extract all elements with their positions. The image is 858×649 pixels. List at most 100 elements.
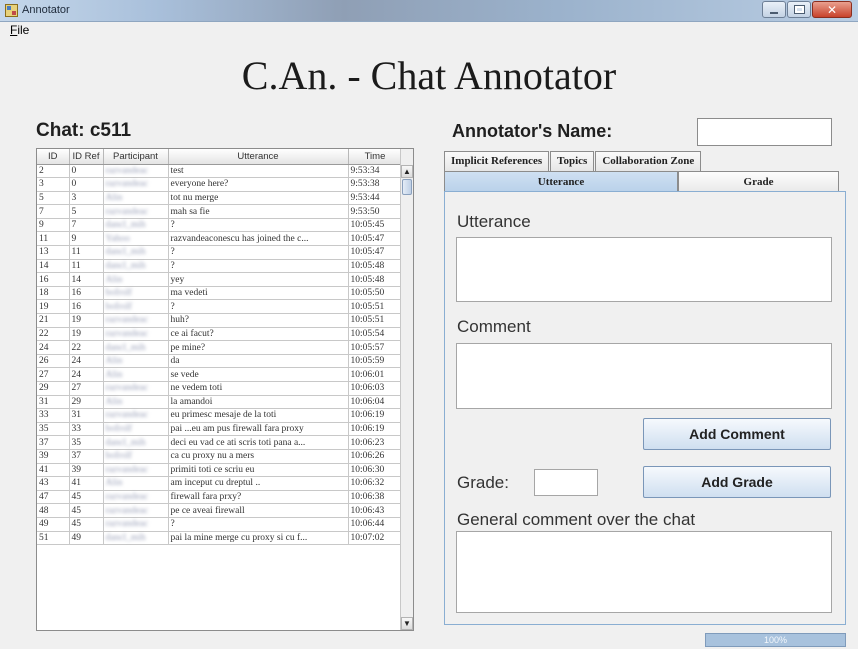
table-row[interactable]: 11 9 Yahoo razvandeaconescu has joined the … [37, 231, 403, 247]
table-row[interactable]: 37 35 dancl_mih deci eu vad ce ati scris to… [37, 435, 403, 450]
cell-time: 10:05:51 [348, 313, 403, 328]
close-button[interactable]: ✕ [812, 1, 852, 18]
cell-time: 10:06:44 [348, 517, 403, 532]
cell-id-ref: 45 [69, 490, 104, 505]
cell-participant: dancl_mih [103, 531, 169, 546]
cell-utterance: ca cu proxy nu a mers [168, 449, 349, 464]
table-row[interactable]: 3 0 razvandeac everyone here? 9:53:38 [37, 177, 403, 192]
cell-id-ref: 45 [69, 503, 104, 518]
table-row[interactable]: 5 3 Alin tot nu merge 9:53:44 [37, 191, 403, 206]
add-comment-button[interactable]: Add Comment [643, 418, 831, 450]
cell-time: 10:06:38 [348, 490, 403, 505]
cell-id-ref: 29 [69, 395, 104, 410]
cell-participant: Alin [103, 476, 169, 491]
cell-id-ref: 49 [69, 531, 104, 546]
cell-participant: Alin [103, 272, 169, 287]
cell-time: 10:05:48 [348, 259, 403, 274]
comment-text-area[interactable] [456, 343, 832, 409]
table-row[interactable]: 27 24 Alin se vede 10:06:01 [37, 367, 403, 382]
table-row[interactable]: 18 16 bofrolf ma vedeti 10:05:50 [37, 286, 403, 301]
cell-id: 35 [37, 422, 70, 437]
table-row[interactable]: 35 33 bofrolf pai ...eu am pus firewall far… [37, 422, 403, 437]
minimize-button[interactable] [762, 1, 786, 18]
table-row[interactable]: 13 11 dancl_mih? 10:05:47 [37, 245, 403, 260]
cell-time: 10:05:47 [348, 231, 403, 247]
table-row[interactable]: 22 19 razvandeac ce ai facut? 10:05:54 [37, 327, 403, 342]
cell-time: 10:06:43 [348, 503, 403, 518]
cell-id: 39 [37, 449, 70, 464]
cell-id: 7 [37, 204, 70, 219]
table-row[interactable]: 41 39 razvandeac primiti toti ce scriu eu 10… [37, 463, 403, 478]
table-row[interactable]: 31 29 Alin la amandoi 10:06:04 [37, 395, 403, 410]
cell-participant: razvandeac [103, 381, 169, 396]
cell-utterance: mah sa fie [168, 204, 349, 219]
cell-id: 16 [37, 272, 70, 287]
table-row[interactable]: 48 45 razvandeac pe ce aveai firewall 10:06:… [37, 503, 403, 518]
table-row[interactable]: 51 49 dancl_mih pai la mine merge cu proxy … [37, 531, 403, 546]
maximize-button[interactable] [787, 1, 811, 18]
utterance-text-area[interactable] [456, 237, 832, 302]
triangle-down-icon: ▼ [403, 619, 411, 628]
cell-time: 10:06:01 [348, 367, 403, 382]
table-row[interactable]: 14 11 dancl_mih? 10:05:48 [37, 259, 403, 274]
column-header-time[interactable]: Time [348, 149, 403, 165]
cell-id-ref: 0 [69, 177, 104, 192]
table-row[interactable]: 26 24 Alin da 10:05:59 [37, 354, 403, 369]
cell-time: 10:06:26 [348, 449, 403, 464]
cell-participant: bofrolf [103, 449, 169, 464]
cell-id: 47 [37, 490, 70, 505]
table-scrollbar[interactable]: ▲ ▼ [400, 149, 413, 630]
table-row[interactable]: 33 31 razvandeac eu primesc mesaje de la to… [37, 408, 403, 423]
cell-participant: razvandeac [103, 177, 169, 192]
table-row[interactable]: 9 7 dancl_mih? 10:05:45 [37, 218, 403, 233]
cell-participant: razvandeac [103, 503, 169, 518]
add-grade-button[interactable]: Add Grade [643, 466, 831, 498]
comment-label: Comment [457, 317, 531, 336]
tab-utterance[interactable]: Utterance [444, 171, 678, 192]
tab-collaboration-zone[interactable]: Collaboration Zone [595, 151, 702, 171]
cell-id: 11 [37, 231, 70, 247]
column-header-id-ref[interactable]: ID Ref [69, 149, 104, 165]
scroll-thumb[interactable] [402, 179, 412, 195]
annotator-name-label: Annotator's Name: [452, 121, 613, 141]
cell-time: 10:07:02 [348, 531, 403, 546]
scroll-down-button[interactable]: ▼ [401, 617, 413, 630]
cell-id: 27 [37, 367, 70, 382]
close-icon: ✕ [826, 2, 838, 17]
chat-table: ID ID Ref Participant Utterance Time 20r… [37, 149, 403, 546]
scroll-up-button[interactable]: ▲ [401, 165, 413, 178]
cell-id-ref: 33 [69, 422, 104, 437]
grade-input[interactable] [534, 469, 598, 496]
cell-utterance: ? [168, 517, 349, 532]
table-row[interactable]: 16 14 Alin yey 10:05:48 [37, 272, 403, 287]
general-comment-label: General comment over the chat [457, 510, 696, 529]
cell-id: 22 [37, 327, 70, 342]
tab-topics[interactable]: Topics [550, 151, 595, 171]
cell-participant: Alin [103, 191, 169, 206]
cell-time: 10:05:48 [348, 272, 403, 287]
menu-file[interactable]: File [10, 23, 29, 37]
table-row[interactable]: 19 16 bofrolf? 10:05:51 [37, 299, 403, 315]
cell-id-ref: 5 [69, 204, 104, 219]
annotator-name-input[interactable] [697, 118, 832, 146]
general-comment-text-area[interactable] [456, 531, 832, 613]
table-row[interactable]: 2 0 razvandeac test 9:53:34 [37, 164, 403, 179]
table-row[interactable]: 39 37 bofrolf ca cu proxy nu a mers 10:06:26 [37, 449, 403, 464]
cell-id: 3 [37, 177, 70, 192]
table-row[interactable]: 7 5 razvandeac mah sa fie 9:53:50 [37, 204, 403, 219]
window-titlebar[interactable]: Annotator ✕ [0, 0, 858, 22]
column-header-id[interactable]: ID [37, 149, 70, 165]
table-row[interactable]: 29 27 razvandeac ne vedem toti 10:06:03 [37, 381, 403, 396]
table-row[interactable]: 49 45 razvandeac? 10:06:44 [37, 517, 403, 532]
cell-participant: Yahoo [103, 231, 169, 247]
table-row[interactable]: 24 22 dancl_mih pe mine? 10:05:57 [37, 340, 403, 355]
tab-grade[interactable]: Grade [678, 171, 839, 192]
cell-time: 10:05:57 [348, 340, 403, 355]
table-row[interactable]: 47 45 razvandeac firewall fara prxy? 10:06:3… [37, 490, 403, 505]
tab-implicit-references[interactable]: Implicit References [444, 151, 550, 171]
column-header-utterance[interactable]: Utterance [168, 149, 349, 165]
table-row[interactable]: 21 19 razvandeac huh? 10:05:51 [37, 313, 403, 328]
column-header-participant[interactable]: Participant [103, 149, 169, 165]
cell-id: 49 [37, 517, 70, 532]
table-row[interactable]: 43 41 Alin am inceput cu dreptul .. 10:06:32 [37, 476, 403, 491]
